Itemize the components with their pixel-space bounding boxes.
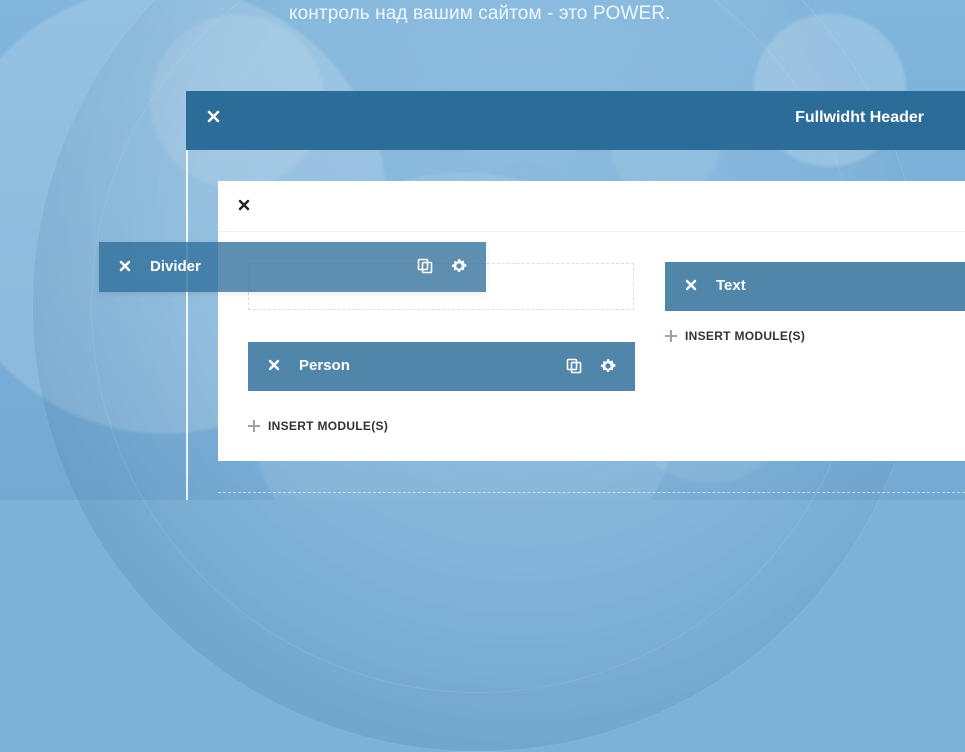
divider-module-label: Divider [150,258,201,275]
gear-icon[interactable] [599,357,617,375]
text-module[interactable]: Text [665,262,965,311]
person-module-tools [565,357,617,375]
plus-icon [665,330,677,342]
person-module[interactable]: Person [248,342,635,391]
close-icon[interactable] [267,358,281,372]
plus-icon [248,420,260,432]
close-icon[interactable] [118,259,132,273]
fullwidth-header-bar: Fullwidht Header [186,91,965,150]
row-container: Person Text INSERT MODULE(S) INSERT MODU… [218,181,965,461]
insert-module-left-button[interactable]: INSERT MODULE(S) [248,419,388,433]
person-module-label: Person [299,357,350,374]
divider-module-tools [416,257,468,275]
duplicate-icon[interactable] [416,257,434,275]
section-guide-line [186,150,188,500]
row-toolbar [218,181,965,232]
hero-subtitle: контроль над вашим сайтом - это POWER. [289,3,671,24]
insert-module-left-label: INSERT MODULE(S) [268,419,389,433]
fullwidth-header-title: Fullwidht Header [795,109,924,126]
insert-module-right-label: INSERT MODULE(S) [685,329,806,343]
bottom-drop-zone [218,492,965,500]
text-module-label: Text [716,277,746,294]
close-icon[interactable] [684,278,698,292]
dragging-divider-module[interactable]: Divider [99,242,486,292]
duplicate-icon[interactable] [565,357,583,375]
close-icon[interactable] [206,109,221,124]
insert-module-right-button[interactable]: INSERT MODULE(S) [665,329,805,343]
gear-icon[interactable] [450,257,468,275]
close-icon[interactable] [237,198,251,212]
